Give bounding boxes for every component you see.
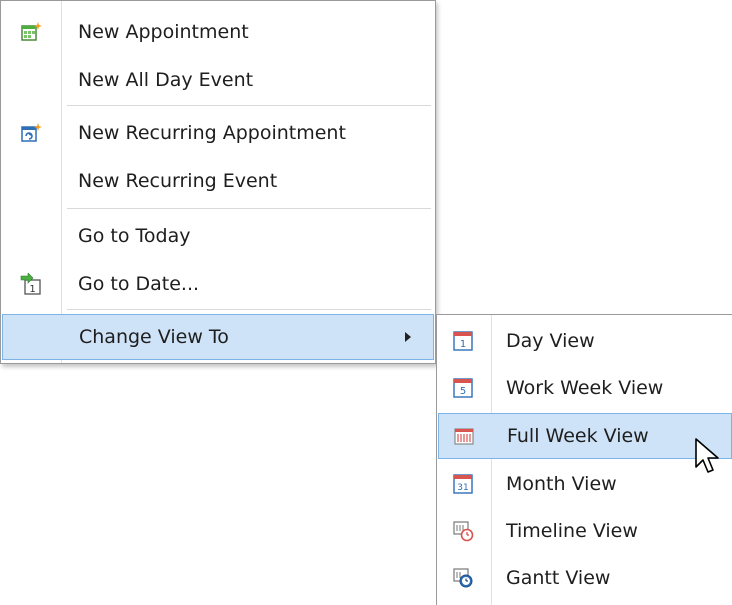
menu-separator xyxy=(67,208,431,209)
gantt-view-icon xyxy=(452,567,474,589)
menu-item-new-recurring-appointment[interactable]: New Recurring Appointment xyxy=(2,111,434,155)
submenu-arrow-icon xyxy=(405,332,411,342)
menu-item-label: Go to Today xyxy=(78,225,191,247)
menu-separator xyxy=(67,105,431,106)
go-to-date-icon: 1 xyxy=(20,272,42,295)
menu-item-label: New Appointment xyxy=(78,21,249,43)
menu-item-label: Change View To xyxy=(79,326,229,348)
menu-item-timeline-view[interactable]: Timeline View xyxy=(438,509,732,553)
menu-item-month-view[interactable]: 31 Month View xyxy=(438,462,732,506)
menu-item-label: Work Week View xyxy=(506,377,664,399)
menu-item-label: Full Week View xyxy=(507,425,649,447)
menu-item-label: New All Day Event xyxy=(78,69,254,91)
menu-item-label: New Recurring Appointment xyxy=(78,122,346,144)
menu-item-label: Day View xyxy=(506,330,595,352)
timeline-view-icon xyxy=(452,520,474,542)
menu-separator xyxy=(67,309,431,310)
menu-item-label: New Recurring Event xyxy=(78,170,278,192)
svg-text:31: 31 xyxy=(457,483,468,493)
full-week-view-icon xyxy=(453,425,475,447)
svg-text:5: 5 xyxy=(460,386,466,397)
menu-item-new-recurring-event[interactable]: New Recurring Event xyxy=(2,159,434,203)
menu-item-new-all-day-event[interactable]: New All Day Event xyxy=(2,58,434,102)
menu-item-work-week-view[interactable]: 5 Work Week View xyxy=(438,366,732,410)
menu-item-go-to-today[interactable]: Go to Today xyxy=(2,214,434,258)
menu-item-day-view[interactable]: 1 Day View xyxy=(438,319,732,363)
menu-item-new-appointment[interactable]: New Appointment xyxy=(2,10,434,54)
new-appointment-icon xyxy=(20,21,42,43)
menu-item-label: Month View xyxy=(506,473,617,495)
change-view-submenu: 1 Day View 5 Work Week View Full Week Vi… xyxy=(436,314,732,605)
svg-text:1: 1 xyxy=(460,339,466,350)
svg-text:1: 1 xyxy=(29,284,35,295)
work-week-view-icon: 5 xyxy=(452,377,474,399)
mouse-pointer-icon xyxy=(695,438,719,473)
menu-item-gantt-view[interactable]: Gantt View xyxy=(438,556,732,600)
menu-item-label: Timeline View xyxy=(506,520,638,542)
day-view-icon: 1 xyxy=(452,330,474,352)
menu-item-label: Gantt View xyxy=(506,567,611,589)
context-menu: New Appointment New All Day Event New Re… xyxy=(0,0,436,364)
recurring-appointment-icon xyxy=(20,122,42,144)
menu-item-go-to-date[interactable]: 1 Go to Date... xyxy=(2,262,434,306)
menu-item-change-view-to[interactable]: Change View To xyxy=(2,314,434,360)
month-view-icon: 31 xyxy=(452,473,474,495)
menu-item-full-week-view[interactable]: Full Week View xyxy=(438,413,732,459)
menu-item-label: Go to Date... xyxy=(78,273,200,295)
